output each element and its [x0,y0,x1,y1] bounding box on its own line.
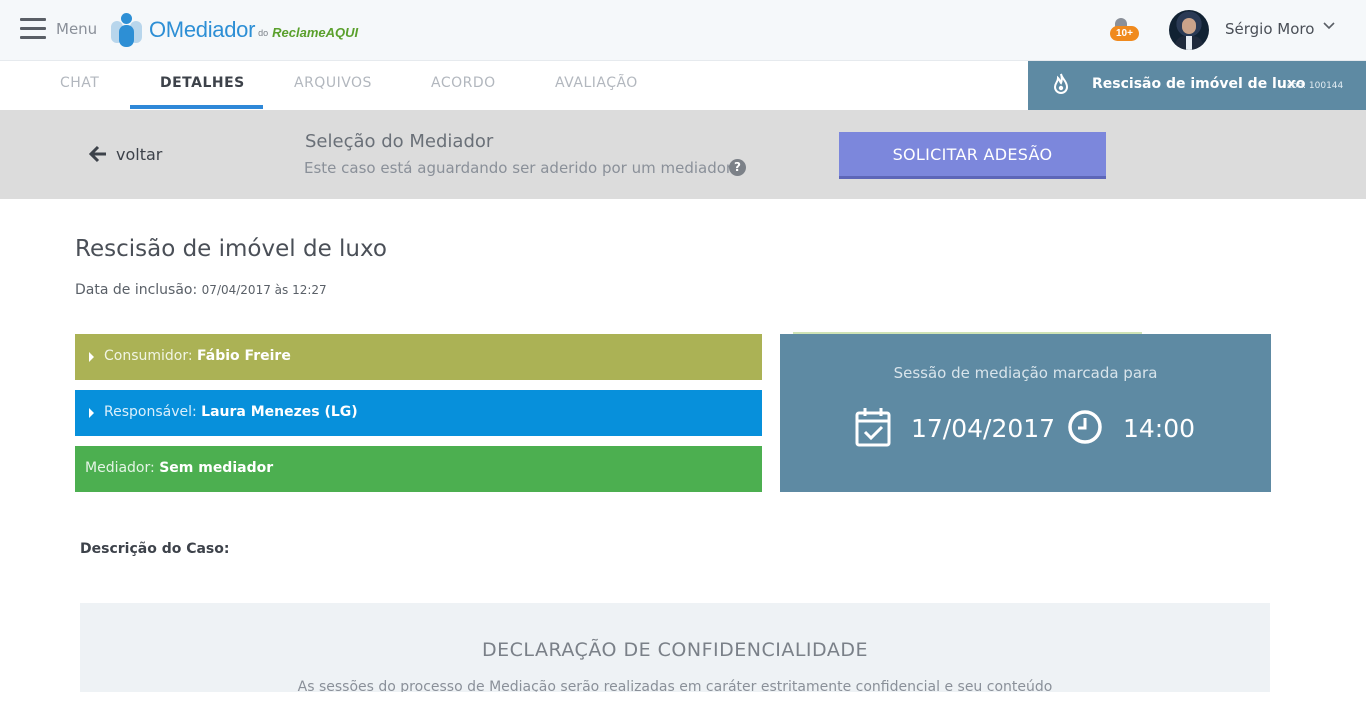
consumer-name: Fábio Freire [197,348,291,364]
menu-icon[interactable] [20,18,46,40]
tab-arquivos[interactable]: ARQUIVOS [294,75,372,91]
menu-label[interactable]: Menu [56,20,97,38]
mediator-name: Sem mediador [159,460,274,476]
logo-brand: ReclameAQUI [272,24,359,40]
avatar[interactable] [1169,10,1209,50]
session-title: Sessão de mediação marcada para [893,364,1158,382]
chevron-down-icon[interactable] [1323,20,1335,32]
confidentiality-text: As sessões do processo de Mediação serão… [297,679,1053,692]
back-label: voltar [116,144,163,164]
inclusion-label: Data de inclusão: [75,282,198,298]
case-tag: Rescisão de imóvel de luxo cód. 100144 [1028,61,1366,110]
flame-icon [1053,73,1069,94]
tab-chat[interactable]: CHAT [60,75,99,91]
caret-right-icon [89,352,94,362]
mediator-panel: Mediador: Sem mediador [75,446,762,492]
tab-avaliacao[interactable]: AVALIAÇÃO [555,75,638,91]
inclusion-value: 07/04/2017 às 12:27 [201,283,327,297]
help-icon[interactable]: ? [729,159,746,176]
mediator-label: Mediador: [85,460,155,476]
session-card: Sessão de mediação marcada para 17/04/20… [780,332,1271,492]
responsible-name: Laura Menezes (LG) [201,404,358,420]
description-label: Descrição do Caso: [80,541,230,557]
tab-bar: CHAT DETALHES ARQUIVOS ACORDO AVALIAÇÃO [0,61,1028,110]
inclusion-date: Data de inclusão: 07/04/2017 às 12:27 [75,282,327,298]
logo-do: do [258,28,269,38]
session-time: 14:00 [1123,414,1196,443]
user-name[interactable]: Sérgio Moro [1225,20,1314,38]
case-tag-title: Rescisão de imóvel de luxo [1092,76,1306,92]
top-bar: Menu OMediador do ReclameAQUI 10+ Sérgio… [0,0,1366,61]
clock-icon [1068,410,1102,444]
responsible-panel[interactable]: Responsável: Laura Menezes (LG) [75,390,762,436]
selection-title: Seleção do Mediador [305,131,494,152]
request-adhesion-button[interactable]: SOLICITAR ADESÃO [839,132,1106,179]
mediator-selection-bar: voltar Seleção do Mediador Este caso est… [0,110,1366,199]
confidentiality-panel: DECLARAÇÃO DE CONFIDENCIALIDADE As sessõ… [80,603,1270,692]
active-tab-indicator [130,105,263,109]
confidentiality-title: DECLARAÇÃO DE CONFIDENCIALIDADE [482,639,868,661]
consumer-panel[interactable]: Consumidor: Fábio Freire [75,334,762,380]
tab-acordo[interactable]: ACORDO [431,75,496,91]
session-card-accent [793,332,1142,334]
caret-right-icon [89,408,94,418]
calendar-check-icon [855,408,891,447]
back-button[interactable]: voltar [88,144,162,164]
page-title: Rescisão de imóvel de luxo [75,236,387,262]
session-date: 17/04/2017 [911,414,1056,443]
arrow-left-icon [88,145,106,163]
responsible-label: Responsável: [104,404,197,420]
logo[interactable]: OMediador do ReclameAQUI [111,12,358,48]
notification-badge: 10+ [1110,26,1139,41]
consumer-label: Consumidor: [104,348,193,364]
selection-subtitle: Este caso está aguardando ser aderido po… [304,159,733,177]
case-tag-code: cód. 100144 [1287,81,1344,91]
notifications[interactable]: 10+ [1110,18,1146,46]
tab-detalhes[interactable]: DETALHES [160,75,245,91]
logo-people-icon [111,13,143,47]
logo-name: OMediador [149,17,256,42]
